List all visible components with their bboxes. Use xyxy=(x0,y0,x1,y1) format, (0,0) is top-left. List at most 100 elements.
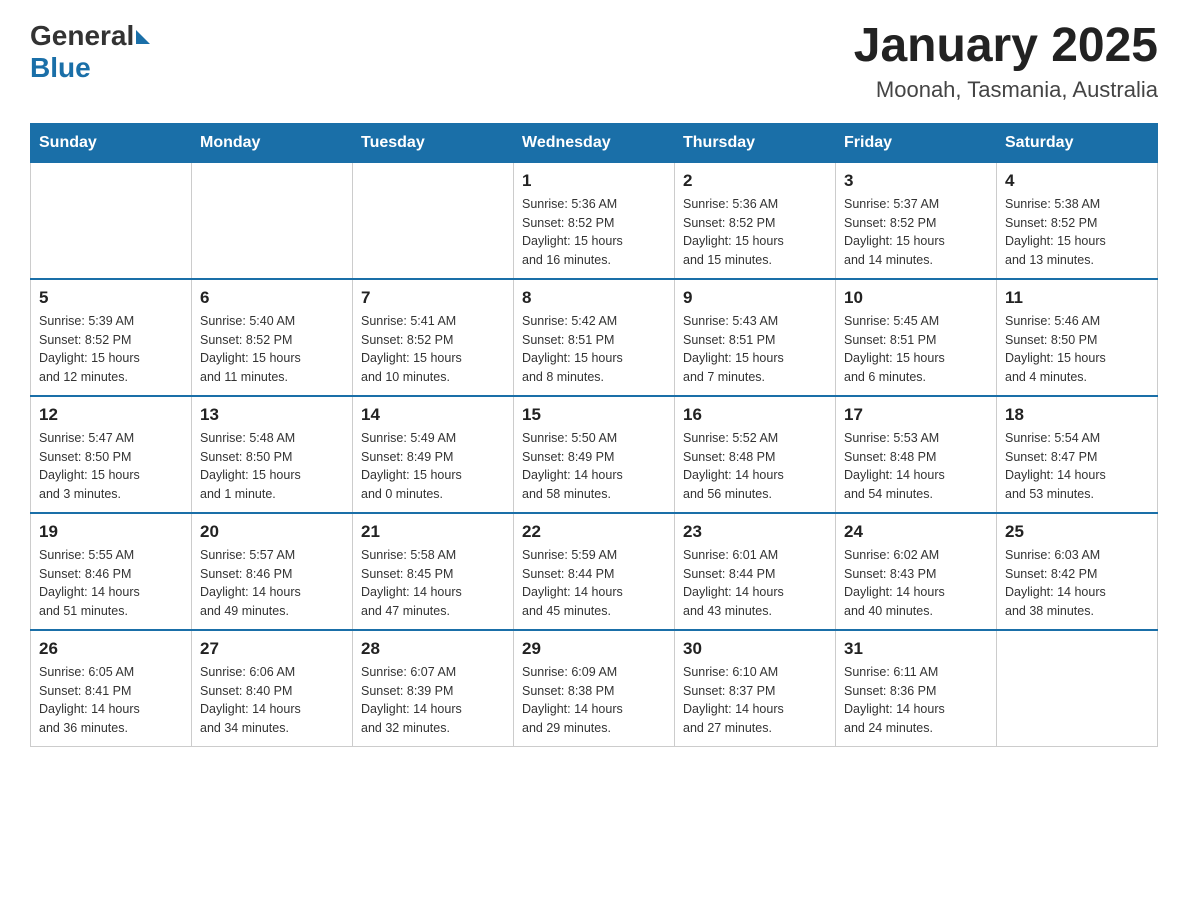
calendar-week-row: 26Sunrise: 6:05 AM Sunset: 8:41 PM Dayli… xyxy=(31,630,1158,747)
day-number: 21 xyxy=(361,522,505,542)
day-number: 28 xyxy=(361,639,505,659)
day-number: 5 xyxy=(39,288,183,308)
day-number: 31 xyxy=(844,639,988,659)
calendar-subtitle: Moonah, Tasmania, Australia xyxy=(854,77,1158,103)
day-number: 8 xyxy=(522,288,666,308)
day-info: Sunrise: 6:06 AM Sunset: 8:40 PM Dayligh… xyxy=(200,663,344,738)
day-number: 10 xyxy=(844,288,988,308)
day-info: Sunrise: 6:09 AM Sunset: 8:38 PM Dayligh… xyxy=(522,663,666,738)
page-header: General Blue January 2025 Moonah, Tasman… xyxy=(30,20,1158,103)
calendar-cell xyxy=(997,630,1158,747)
calendar-cell: 11 Sunrise: 5:46 AM Sunset: 8:50 PM Dayli… xyxy=(997,279,1158,396)
calendar-cell: 12 Sunrise: 5:47 AM Sunset: 8:50 PM Dayli… xyxy=(31,396,192,513)
calendar-cell: 6 Sunrise: 5:40 AM Sunset: 8:52 PM Daylig… xyxy=(192,279,353,396)
calendar-cell: 3 Sunrise: 5:37 AM Sunset: 8:52 PM Daylig… xyxy=(836,162,997,279)
day-info: Sunrise: 6:07 AM Sunset: 8:39 PM Dayligh… xyxy=(361,663,505,738)
calendar-cell: 8 Sunrise: 5:42 AM Sunset: 8:51 PM Daylig… xyxy=(514,279,675,396)
calendar-header-row: SundayMondayTuesdayWednesdayThursdayFrid… xyxy=(31,123,1158,162)
calendar-cell: 20 Sunrise: 5:57 AM Sunset: 8:46 PM Dayli… xyxy=(192,513,353,630)
day-header-monday: Monday xyxy=(192,123,353,162)
day-number: 29 xyxy=(522,639,666,659)
day-number: 3 xyxy=(844,171,988,191)
calendar-cell xyxy=(353,162,514,279)
day-info: Sunrise: 5:37 AM Sunset: 8:52 PM Dayligh… xyxy=(844,195,988,270)
day-number: 23 xyxy=(683,522,827,542)
day-info: Sunrise: 5:36 AM Sunset: 8:52 PM Dayligh… xyxy=(522,195,666,270)
calendar-cell: 7Sunrise: 5:41 AM Sunset: 8:52 PM Daylig… xyxy=(353,279,514,396)
day-number: 17 xyxy=(844,405,988,425)
day-info: Sunrise: 6:02 AM Sunset: 8:43 PM Dayligh… xyxy=(844,546,988,621)
day-info: Sunrise: 6:05 AM Sunset: 8:41 PM Dayligh… xyxy=(39,663,183,738)
day-number: 24 xyxy=(844,522,988,542)
logo-general: General xyxy=(30,20,134,52)
day-number: 12 xyxy=(39,405,183,425)
day-info: Sunrise: 5:38 AM Sunset: 8:52 PM Dayligh… xyxy=(1005,195,1149,270)
day-number: 27 xyxy=(200,639,344,659)
day-number: 13 xyxy=(200,405,344,425)
day-info: Sunrise: 5:48 AM Sunset: 8:50 PM Dayligh… xyxy=(200,429,344,504)
day-number: 6 xyxy=(200,288,344,308)
calendar-cell: 30Sunrise: 6:10 AM Sunset: 8:37 PM Dayli… xyxy=(675,630,836,747)
day-info: Sunrise: 5:59 AM Sunset: 8:44 PM Dayligh… xyxy=(522,546,666,621)
day-info: Sunrise: 5:42 AM Sunset: 8:51 PM Dayligh… xyxy=(522,312,666,387)
day-info: Sunrise: 5:55 AM Sunset: 8:46 PM Dayligh… xyxy=(39,546,183,621)
logo-triangle-icon xyxy=(136,30,150,44)
day-header-sunday: Sunday xyxy=(31,123,192,162)
calendar-cell: 23 Sunrise: 6:01 AM Sunset: 8:44 PM Dayli… xyxy=(675,513,836,630)
day-header-friday: Friday xyxy=(836,123,997,162)
day-info: Sunrise: 5:47 AM Sunset: 8:50 PM Dayligh… xyxy=(39,429,183,504)
calendar-cell xyxy=(192,162,353,279)
calendar-cell: 21 Sunrise: 5:58 AM Sunset: 8:45 PM Dayli… xyxy=(353,513,514,630)
day-info: Sunrise: 6:10 AM Sunset: 8:37 PM Dayligh… xyxy=(683,663,827,738)
day-number: 19 xyxy=(39,522,183,542)
logo: General Blue xyxy=(30,20,150,84)
day-info: Sunrise: 5:58 AM Sunset: 8:45 PM Dayligh… xyxy=(361,546,505,621)
day-info: Sunrise: 6:03 AM Sunset: 8:42 PM Dayligh… xyxy=(1005,546,1149,621)
day-info: Sunrise: 5:54 AM Sunset: 8:47 PM Dayligh… xyxy=(1005,429,1149,504)
day-info: Sunrise: 5:53 AM Sunset: 8:48 PM Dayligh… xyxy=(844,429,988,504)
day-number: 2 xyxy=(683,171,827,191)
calendar-title: January 2025 xyxy=(854,20,1158,73)
day-header-thursday: Thursday xyxy=(675,123,836,162)
calendar-week-row: 12 Sunrise: 5:47 AM Sunset: 8:50 PM Dayli… xyxy=(31,396,1158,513)
day-info: Sunrise: 5:46 AM Sunset: 8:50 PM Dayligh… xyxy=(1005,312,1149,387)
calendar-cell xyxy=(31,162,192,279)
calendar-cell: 24 Sunrise: 6:02 AM Sunset: 8:43 PM Dayli… xyxy=(836,513,997,630)
calendar-cell: 1Sunrise: 5:36 AM Sunset: 8:52 PM Daylig… xyxy=(514,162,675,279)
calendar-week-row: 19 Sunrise: 5:55 AM Sunset: 8:46 PM Dayli… xyxy=(31,513,1158,630)
calendar-cell: 17 Sunrise: 5:53 AM Sunset: 8:48 PM Dayli… xyxy=(836,396,997,513)
calendar-cell: 27 Sunrise: 6:06 AM Sunset: 8:40 PM Dayli… xyxy=(192,630,353,747)
calendar-cell: 13 Sunrise: 5:48 AM Sunset: 8:50 PM Dayli… xyxy=(192,396,353,513)
logo-blue: Blue xyxy=(30,52,91,84)
day-info: Sunrise: 5:41 AM Sunset: 8:52 PM Dayligh… xyxy=(361,312,505,387)
calendar-table: SundayMondayTuesdayWednesdayThursdayFrid… xyxy=(30,123,1158,747)
day-number: 11 xyxy=(1005,288,1149,308)
calendar-cell: 5Sunrise: 5:39 AM Sunset: 8:52 PM Daylig… xyxy=(31,279,192,396)
day-number: 25 xyxy=(1005,522,1149,542)
calendar-cell: 4 Sunrise: 5:38 AM Sunset: 8:52 PM Daylig… xyxy=(997,162,1158,279)
day-info: Sunrise: 5:45 AM Sunset: 8:51 PM Dayligh… xyxy=(844,312,988,387)
day-number: 18 xyxy=(1005,405,1149,425)
calendar-cell: 10 Sunrise: 5:45 AM Sunset: 8:51 PM Dayli… xyxy=(836,279,997,396)
day-number: 20 xyxy=(200,522,344,542)
day-info: Sunrise: 5:40 AM Sunset: 8:52 PM Dayligh… xyxy=(200,312,344,387)
calendar-cell: 22Sunrise: 5:59 AM Sunset: 8:44 PM Dayli… xyxy=(514,513,675,630)
day-info: Sunrise: 5:36 AM Sunset: 8:52 PM Dayligh… xyxy=(683,195,827,270)
calendar-cell: 29 Sunrise: 6:09 AM Sunset: 8:38 PM Dayli… xyxy=(514,630,675,747)
day-info: Sunrise: 5:43 AM Sunset: 8:51 PM Dayligh… xyxy=(683,312,827,387)
day-info: Sunrise: 6:11 AM Sunset: 8:36 PM Dayligh… xyxy=(844,663,988,738)
day-number: 4 xyxy=(1005,171,1149,191)
day-info: Sunrise: 5:52 AM Sunset: 8:48 PM Dayligh… xyxy=(683,429,827,504)
day-header-wednesday: Wednesday xyxy=(514,123,675,162)
day-info: Sunrise: 5:50 AM Sunset: 8:49 PM Dayligh… xyxy=(522,429,666,504)
calendar-cell: 15 Sunrise: 5:50 AM Sunset: 8:49 PM Dayli… xyxy=(514,396,675,513)
day-number: 15 xyxy=(522,405,666,425)
day-header-saturday: Saturday xyxy=(997,123,1158,162)
calendar-cell: 14Sunrise: 5:49 AM Sunset: 8:49 PM Dayli… xyxy=(353,396,514,513)
day-info: Sunrise: 5:49 AM Sunset: 8:49 PM Dayligh… xyxy=(361,429,505,504)
day-number: 9 xyxy=(683,288,827,308)
day-info: Sunrise: 6:01 AM Sunset: 8:44 PM Dayligh… xyxy=(683,546,827,621)
calendar-cell: 16Sunrise: 5:52 AM Sunset: 8:48 PM Dayli… xyxy=(675,396,836,513)
day-info: Sunrise: 5:57 AM Sunset: 8:46 PM Dayligh… xyxy=(200,546,344,621)
title-block: January 2025 Moonah, Tasmania, Australia xyxy=(854,20,1158,103)
